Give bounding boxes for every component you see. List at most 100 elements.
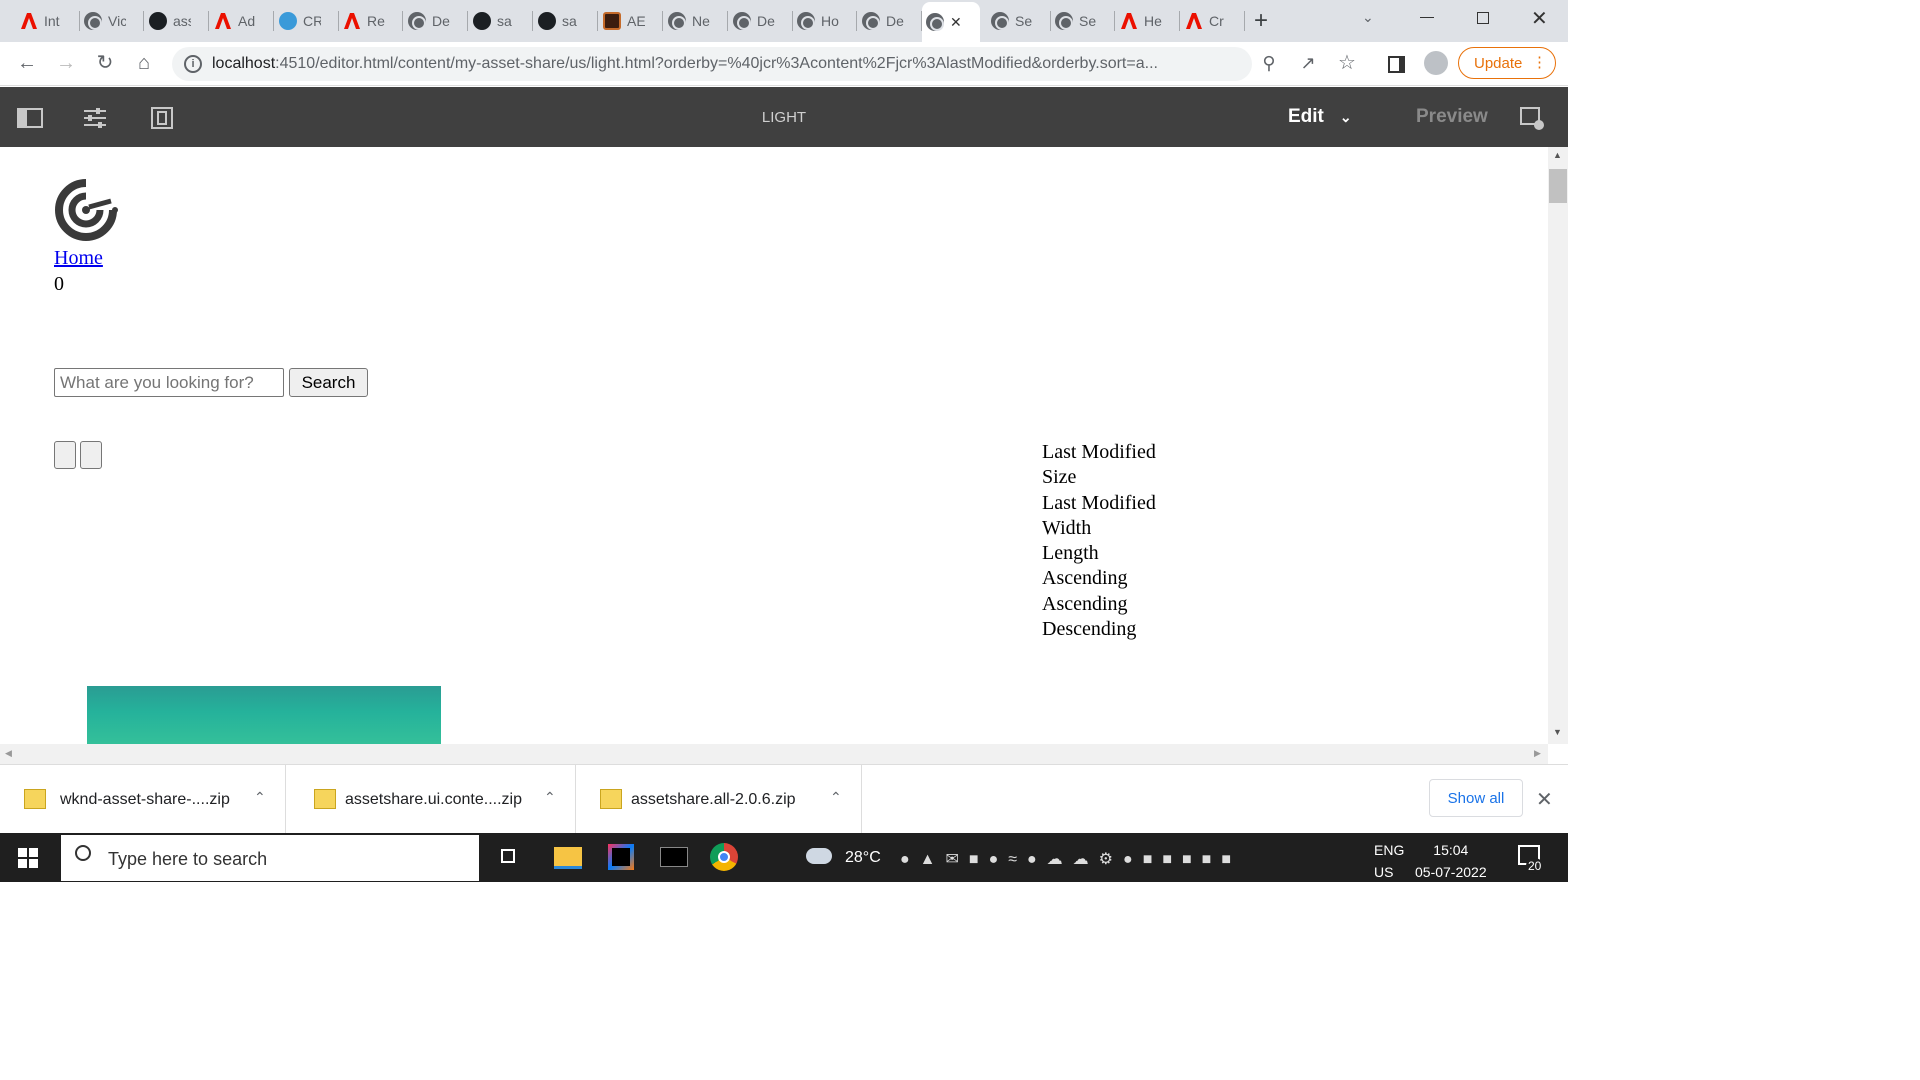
- close-tab-icon[interactable]: ✕: [950, 14, 962, 31]
- mode-edit-dropdown[interactable]: Edit ⌄: [1288, 106, 1352, 128]
- adobe-icon: [20, 12, 38, 30]
- file-explorer-icon[interactable]: [552, 841, 584, 873]
- cloud-weather-icon[interactable]: [806, 848, 832, 864]
- browser-tab[interactable]: sa: [534, 8, 598, 34]
- asset-thumbnail[interactable]: [87, 686, 441, 744]
- browser-tab[interactable]: Ne: [664, 8, 728, 34]
- new-tab-button[interactable]: +: [1254, 7, 1268, 35]
- omnibox[interactable]: i localhost:4510/editor.html/content/my-…: [172, 47, 1252, 81]
- chevron-up-icon[interactable]: ⌃: [544, 789, 556, 806]
- browser-tab[interactable]: sa: [469, 8, 533, 34]
- tray-icons[interactable]: ●▲✉■●≈●☁☁⚙●■■■■■: [900, 849, 1241, 869]
- download-item[interactable]: assetshare.ui.conte....zip ⌃: [290, 765, 576, 833]
- windows-start-icon[interactable]: [18, 848, 38, 868]
- zip-file-icon: [600, 789, 622, 809]
- tab-search-icon[interactable]: ⌄: [1362, 9, 1374, 26]
- downloads-bar: wknd-asset-share-....zip ⌃ assetshare.ui…: [0, 764, 1568, 833]
- side-panel-icon[interactable]: [1388, 56, 1405, 73]
- site-info-icon[interactable]: i: [184, 55, 202, 73]
- download-item[interactable]: assetshare.all-2.0.6.zip ⌃: [576, 765, 862, 833]
- annotations-icon[interactable]: [1519, 105, 1545, 131]
- browser-tab[interactable]: ass: [145, 8, 209, 34]
- browser-tab[interactable]: Se: [987, 8, 1051, 34]
- back-icon[interactable]: ←: [16, 52, 38, 74]
- browser-tab[interactable]: Vic: [80, 8, 144, 34]
- browser-tab[interactable]: Cr: [1181, 8, 1245, 34]
- sort-option[interactable]: Width: [1042, 516, 1156, 541]
- view-toggle-button[interactable]: [54, 441, 76, 469]
- browser-tab[interactable]: He: [1116, 8, 1180, 34]
- aem-icon: [603, 12, 621, 30]
- view-toggle-button[interactable]: [80, 441, 102, 469]
- horizontal-scrollbar[interactable]: ◀ ▶: [0, 744, 1548, 764]
- search-button[interactable]: Search: [289, 368, 368, 397]
- menu-dots-icon: ⋮: [1532, 54, 1547, 71]
- browser-tab[interactable]: De: [858, 8, 922, 34]
- zip-file-icon: [314, 789, 336, 809]
- scroll-right-arrow-icon[interactable]: ▶: [1534, 748, 1541, 759]
- sort-option[interactable]: Size: [1042, 465, 1156, 490]
- sort-option[interactable]: Last Modified: [1042, 491, 1156, 516]
- browser-tab[interactable]: AE: [599, 8, 663, 34]
- brand-logo: [55, 179, 118, 241]
- tab-title: He: [1144, 13, 1162, 29]
- vertical-scrollbar-thumb[interactable]: [1549, 169, 1567, 203]
- intellij-icon[interactable]: [605, 841, 637, 873]
- browser-tab[interactable]: Re: [339, 8, 403, 34]
- home-link[interactable]: Home: [54, 247, 103, 270]
- close-icon[interactable]: ✕: [1536, 787, 1553, 812]
- close-window-icon[interactable]: ✕: [1531, 6, 1548, 31]
- tab-separator: [1114, 11, 1115, 31]
- profile-avatar[interactable]: [1424, 51, 1448, 75]
- download-item[interactable]: wknd-asset-share-....zip ⌃: [0, 765, 286, 833]
- temperature[interactable]: 28°C: [845, 849, 881, 867]
- scroll-left-arrow-icon[interactable]: ◀: [5, 748, 12, 759]
- sort-option[interactable]: Last Modified: [1042, 440, 1156, 465]
- sort-option[interactable]: Length: [1042, 541, 1156, 566]
- sort-option[interactable]: Ascending: [1042, 566, 1156, 591]
- globe-icon: [862, 12, 880, 30]
- chevron-up-icon[interactable]: ⌃: [830, 789, 842, 806]
- reload-icon[interactable]: ↻: [94, 52, 116, 74]
- update-button[interactable]: Update ⋮: [1458, 47, 1556, 79]
- tab-title: Re: [367, 13, 385, 29]
- browser-tab[interactable]: Int: [16, 8, 80, 34]
- browser-tab[interactable]: Ho: [793, 8, 857, 34]
- preview-button[interactable]: Preview: [1416, 106, 1488, 128]
- globe-icon: [926, 13, 944, 31]
- browser-tab[interactable]: CR: [275, 8, 339, 34]
- browser-tab[interactable]: De: [404, 8, 468, 34]
- zoom-icon[interactable]: ⚲: [1258, 52, 1280, 74]
- browser-tab[interactable]: ✕: [922, 2, 980, 42]
- share-icon[interactable]: ↗: [1297, 52, 1319, 74]
- search-input[interactable]: What are you looking for?: [54, 368, 284, 397]
- show-all-button[interactable]: Show all: [1429, 779, 1523, 817]
- vertical-scrollbar[interactable]: ▲ ▼: [1548, 147, 1568, 744]
- sort-option[interactable]: Ascending: [1042, 592, 1156, 617]
- adobe-icon: [1185, 12, 1203, 30]
- scroll-up-arrow-icon[interactable]: ▲: [1553, 150, 1562, 160]
- scroll-down-arrow-icon[interactable]: ▼: [1553, 727, 1562, 737]
- globe-icon: [408, 12, 426, 30]
- bookmark-star-icon[interactable]: ☆: [1336, 52, 1358, 74]
- clock[interactable]: 15:04 05-07-2022: [1415, 839, 1487, 883]
- restore-icon[interactable]: [1477, 12, 1489, 24]
- tab-title: De: [757, 13, 775, 29]
- download-filename: assetshare.ui.conte....zip: [345, 791, 522, 808]
- forward-icon[interactable]: →: [55, 52, 77, 74]
- browser-tab[interactable]: Ad: [210, 8, 274, 34]
- terminal-icon[interactable]: [658, 841, 690, 873]
- url-text[interactable]: localhost:4510/editor.html/content/my-as…: [212, 55, 1158, 73]
- chrome-icon[interactable]: [708, 841, 740, 873]
- task-view-icon[interactable]: [495, 841, 527, 873]
- sort-option[interactable]: Descending: [1042, 617, 1156, 642]
- chevron-up-icon[interactable]: ⌃: [254, 789, 266, 806]
- tab-title: sa: [497, 13, 512, 29]
- language-indicator[interactable]: ENG US: [1374, 839, 1404, 883]
- taskbar-search[interactable]: Type here to search: [61, 835, 479, 881]
- tab-separator: [402, 11, 403, 31]
- browser-tab[interactable]: De: [729, 8, 793, 34]
- browser-tab[interactable]: Se: [1051, 8, 1115, 34]
- minimize-icon[interactable]: [1420, 17, 1434, 18]
- home-icon[interactable]: ⌂: [133, 52, 155, 74]
